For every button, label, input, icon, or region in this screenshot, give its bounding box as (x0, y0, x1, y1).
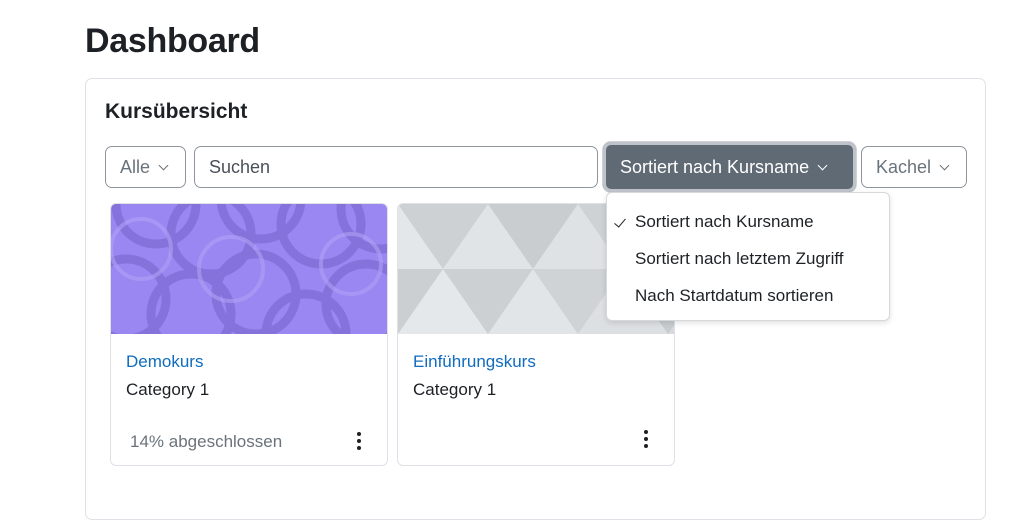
sort-option-last-accessed[interactable]: Sortiert nach letztem Zugriff (607, 240, 889, 277)
view-mode-label: Kachel (876, 156, 932, 177)
checkmark-icon (614, 215, 626, 228)
course-card[interactable]: Demokurs Category 1 14% abgeschlossen (110, 203, 388, 466)
course-image-pattern (111, 204, 387, 334)
course-category: Category 1 (413, 380, 497, 399)
course-category: Category 1 (126, 380, 210, 399)
search-input[interactable] (194, 146, 598, 188)
sort-option-label: Nach Startdatum sortieren (635, 285, 834, 305)
grouping-filter-label: Alle (120, 156, 151, 177)
course-actions-icon[interactable] (636, 427, 656, 451)
block-title: Kursübersicht (105, 100, 248, 123)
grouping-filter-button[interactable]: Alle (105, 146, 186, 188)
chevron-down-icon (158, 160, 169, 170)
sort-dropdown-menu: Sortiert nach Kursname Sortiert nach let… (606, 192, 890, 321)
course-name-link[interactable]: Einführungskurs (413, 352, 536, 372)
page-title: Dashboard (85, 22, 260, 60)
course-name-link[interactable]: Demokurs (126, 352, 203, 372)
course-progress: 14% abgeschlossen (130, 432, 283, 451)
sort-button-label: Sortiert nach Kursname (620, 156, 810, 177)
sort-button[interactable]: Sortiert nach Kursname (603, 142, 856, 192)
chevron-down-icon (939, 160, 950, 170)
view-mode-button[interactable]: Kachel (861, 146, 967, 188)
sort-option-label: Sortiert nach letztem Zugriff (635, 248, 844, 268)
sort-option-label: Sortiert nach Kursname (635, 211, 814, 231)
sort-option-course-name[interactable]: Sortiert nach Kursname (607, 203, 889, 240)
course-actions-icon[interactable] (349, 429, 369, 453)
course-image[interactable] (111, 204, 387, 334)
chevron-down-icon (817, 160, 828, 170)
sort-option-start-date[interactable]: Nach Startdatum sortieren (607, 277, 889, 314)
